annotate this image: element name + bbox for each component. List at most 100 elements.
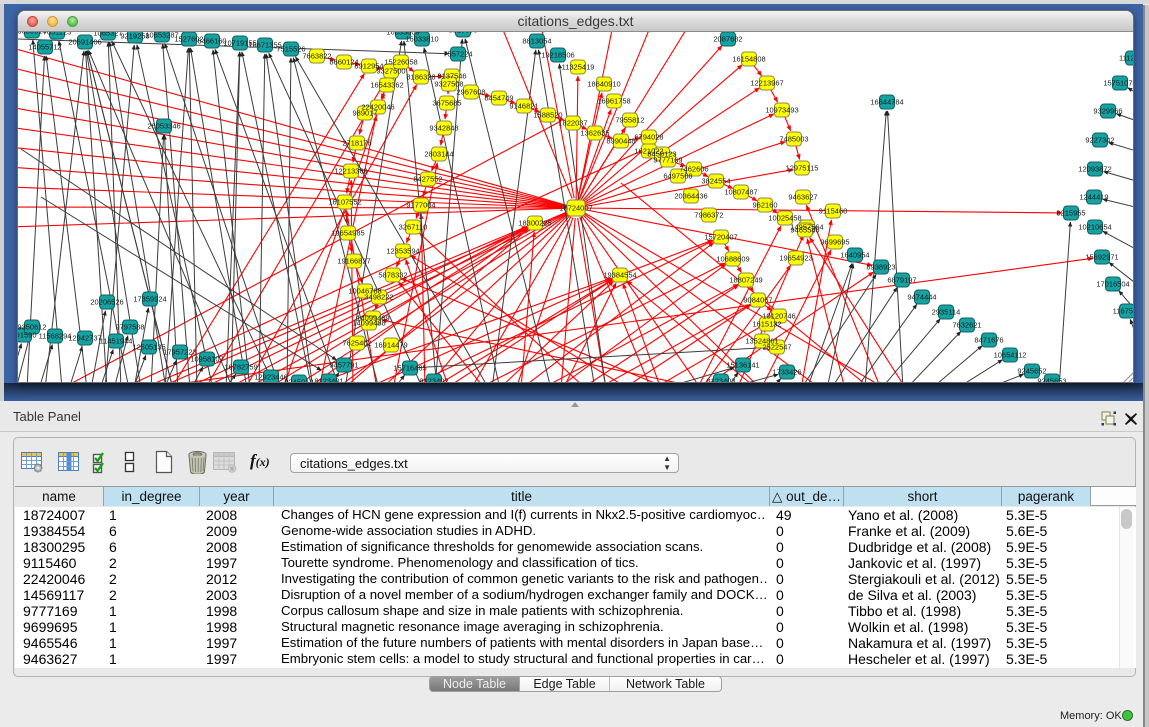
svg-text:3267110: 3267110 xyxy=(399,223,428,232)
svg-text:9465546: 9465546 xyxy=(790,226,819,235)
svg-text:12942737: 12942737 xyxy=(68,334,101,343)
svg-text:18724007: 18724007 xyxy=(559,204,592,213)
svg-text:12505135: 12505135 xyxy=(132,343,165,352)
svg-text:16154808: 16154808 xyxy=(732,55,765,64)
svg-text:9457791: 9457791 xyxy=(329,361,358,370)
svg-text:10654112: 10654112 xyxy=(994,351,1027,360)
svg-text:9227342: 9227342 xyxy=(1085,136,1114,145)
svg-text:6879197: 6879197 xyxy=(887,276,916,285)
svg-text:19654985: 19654985 xyxy=(331,229,364,238)
svg-text:3675685: 3675685 xyxy=(432,99,461,108)
svg-text:8186328: 8186328 xyxy=(406,73,435,82)
svg-text:5878332: 5878332 xyxy=(378,271,407,280)
svg-text:18807249: 18807249 xyxy=(729,276,762,285)
svg-text:9342848: 9342848 xyxy=(429,124,458,133)
svg-text:20364436: 20364436 xyxy=(674,192,707,201)
svg-text:12975115: 12975115 xyxy=(786,164,819,173)
svg-text:16644784: 16644784 xyxy=(870,98,903,107)
svg-text:9777169: 9777169 xyxy=(653,156,682,165)
svg-text:9245653: 9245653 xyxy=(1037,377,1066,383)
svg-text:962160: 962160 xyxy=(752,201,777,210)
svg-text:7632621: 7632621 xyxy=(952,321,981,330)
svg-text:3498222: 3498222 xyxy=(364,293,393,302)
svg-text:9115460: 9115460 xyxy=(819,207,848,216)
svg-text:11451944: 11451944 xyxy=(100,337,133,346)
svg-text:10973493: 10973493 xyxy=(765,106,798,115)
svg-text:8123402: 8123402 xyxy=(419,377,448,383)
svg-text:15692971: 15692971 xyxy=(1085,253,1118,262)
svg-text:19384554: 19384554 xyxy=(603,271,636,280)
svg-text:8427552: 8427552 xyxy=(413,175,442,184)
svg-text:2718176: 2718176 xyxy=(342,139,371,148)
svg-text:12353594: 12353594 xyxy=(386,247,419,256)
svg-text:10210654: 10210654 xyxy=(1078,223,1111,232)
svg-text:2967608: 2967608 xyxy=(456,88,485,97)
svg-text:1733426: 1733426 xyxy=(772,368,801,377)
svg-text:20206526: 20206526 xyxy=(90,298,123,307)
svg-text:8123403: 8123403 xyxy=(706,377,735,383)
svg-text:15751074: 15751074 xyxy=(1103,79,1133,88)
svg-text:8471676: 8471676 xyxy=(974,336,1003,345)
svg-text:6497568: 6497568 xyxy=(663,172,692,181)
svg-text:9245012: 9245012 xyxy=(284,378,313,383)
svg-text:8813054: 8813054 xyxy=(522,37,551,46)
svg-text:1822037: 1822037 xyxy=(558,119,587,128)
svg-text:2522547: 2522547 xyxy=(762,343,791,352)
svg-text:7485003: 7485003 xyxy=(779,135,808,144)
svg-text:1615132: 1615132 xyxy=(752,320,781,329)
svg-text:2087682: 2087682 xyxy=(713,35,742,44)
svg-text:1167533: 1167533 xyxy=(1113,307,1133,316)
svg-text:17016504: 17016504 xyxy=(1096,280,1129,289)
svg-text:2803144: 2803144 xyxy=(424,150,453,159)
svg-text:9797588: 9797588 xyxy=(115,323,144,332)
svg-text:10025458: 10025458 xyxy=(768,214,801,223)
svg-text:8813055: 8813055 xyxy=(448,32,477,35)
svg-text:10807487: 10807487 xyxy=(724,188,757,197)
svg-text:9474444: 9474444 xyxy=(907,293,936,302)
svg-text:16033810: 16033810 xyxy=(405,35,438,44)
svg-text:8990448: 8990448 xyxy=(606,137,635,146)
svg-text:26053346: 26053346 xyxy=(147,122,180,131)
svg-text:7663822: 7663822 xyxy=(302,52,331,61)
svg-text:15716485: 15716485 xyxy=(393,364,426,373)
svg-text:16914479: 16914479 xyxy=(374,341,407,350)
svg-text:8938923: 8938923 xyxy=(866,263,895,272)
svg-text:9329966: 9329966 xyxy=(1093,107,1122,116)
svg-text:9350612: 9350612 xyxy=(18,323,47,332)
svg-text:12213967: 12213967 xyxy=(750,79,783,88)
svg-text:17359924: 17359924 xyxy=(133,295,166,304)
svg-text:19218506: 19218506 xyxy=(541,51,574,60)
svg-text:16961758: 16961758 xyxy=(597,97,630,106)
svg-text:16782759: 16782759 xyxy=(224,363,257,372)
svg-text:16543362: 16543362 xyxy=(370,81,403,90)
svg-text:14055712: 14055712 xyxy=(28,43,61,52)
svg-text:9699695: 9699695 xyxy=(820,238,849,247)
svg-text:9245652: 9245652 xyxy=(1017,367,1046,376)
svg-text:12923446: 12923446 xyxy=(254,373,287,382)
svg-text:8215955: 8215955 xyxy=(1056,209,1085,218)
svg-text:7625402: 7625402 xyxy=(342,339,371,348)
svg-text:3824554: 3824554 xyxy=(701,177,730,186)
svg-text:7515526: 7515526 xyxy=(276,45,305,54)
svg-text:20691406: 20691406 xyxy=(68,38,101,47)
svg-text:12213369: 12213369 xyxy=(334,167,367,176)
svg-text:16107552: 16107552 xyxy=(328,198,361,207)
svg-text:1244419: 1244419 xyxy=(1079,193,1108,202)
svg-text:2935114: 2935114 xyxy=(932,308,961,317)
svg-text:18640910: 18640910 xyxy=(587,80,620,89)
svg-text:7651123: 7651123 xyxy=(43,32,72,37)
svg-text:19166827: 19166827 xyxy=(337,257,370,266)
svg-text:1112834: 1112834 xyxy=(1119,54,1133,63)
svg-text:6466160: 6466160 xyxy=(197,37,226,46)
svg-text:18300225: 18300225 xyxy=(518,219,551,228)
svg-text:7986372: 7986372 xyxy=(694,211,723,220)
svg-text:14099488: 14099488 xyxy=(352,319,385,328)
svg-text:10958107: 10958107 xyxy=(190,355,223,364)
svg-text:8123401: 8123401 xyxy=(314,377,343,383)
svg-text:6794028: 6794028 xyxy=(634,133,663,142)
svg-text:9463627: 9463627 xyxy=(788,193,817,202)
svg-text:11325419: 11325419 xyxy=(562,63,595,72)
svg-text:9177004: 9177004 xyxy=(406,201,435,210)
svg-text:1065327: 1065327 xyxy=(93,32,122,38)
svg-text:9327500: 9327500 xyxy=(376,67,405,76)
